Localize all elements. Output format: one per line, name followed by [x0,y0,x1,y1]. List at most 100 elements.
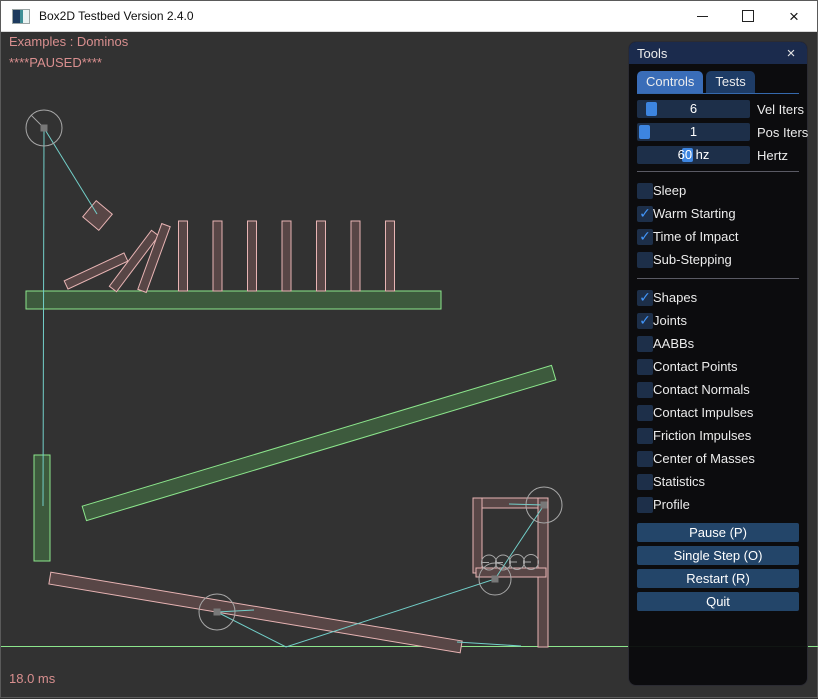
checkbox-contact-points[interactable]: Contact Points [637,355,799,378]
check-icon: ✓ [639,230,651,244]
window-title: Box2D Testbed Version 2.4.0 [39,9,194,23]
joint-anchor [41,125,48,132]
joint-anchor [492,576,499,583]
close-button[interactable]: × [771,1,817,31]
checkbox-box[interactable] [637,183,653,199]
checkbox-box[interactable]: ✓ [637,229,653,245]
checkbox-label: Warm Starting [653,206,736,221]
checkbox-box[interactable] [637,474,653,490]
checkbox-label: Profile [653,497,690,512]
checkbox-box[interactable]: ✓ [637,206,653,222]
seesaw-plank [49,572,462,653]
minimize-button[interactable] [679,1,725,31]
slider-label: Pos Iters [757,125,808,140]
checkbox-box[interactable] [637,497,653,513]
domino [317,221,326,291]
checkbox-label: Contact Normals [653,382,750,397]
checkbox-label: Contact Points [653,359,738,374]
checkbox-shapes[interactable]: ✓Shapes [637,286,799,309]
single-step-o-button[interactable]: Single Step (O) [637,546,799,565]
separator [637,278,799,279]
button-section: Pause (P) Single Step (O) Restart (R) Quit [637,523,799,611]
checkbox-box[interactable] [637,336,653,352]
checkbox-box[interactable] [637,405,653,421]
joints [43,128,544,647]
checkbox-friction-impulses[interactable]: Friction Impulses [637,424,799,447]
example-caption: Examples : Dominos [9,34,128,49]
minimize-icon [697,16,708,17]
domino [213,221,222,291]
checkbox-statistics[interactable]: Statistics [637,470,799,493]
checkbox-time-of-impact[interactable]: ✓Time of Impact [637,225,799,248]
slider-value: 60 hz [637,146,750,164]
slider-track-hertz[interactable]: 60 hz [637,146,750,164]
checkbox-section: Sleep✓Warm Starting✓Time of ImpactSub-St… [637,179,799,516]
checkbox-profile[interactable]: Profile [637,493,799,516]
checkbox-contact-normals[interactable]: Contact Normals [637,378,799,401]
checkbox-label: Joints [653,313,687,328]
slider-track-pos-iters[interactable]: 1 [637,123,750,141]
joint-line [44,128,97,214]
tools-panel-body: ControlsTests 6Vel Iters1Pos Iters60 hzH… [629,64,807,685]
slider-pos-iters: 1Pos Iters [637,123,799,141]
joint-anchor [214,609,221,616]
checkbox-label: AABBs [653,336,694,351]
domino-platform [26,291,441,309]
checkbox-box[interactable] [637,451,653,467]
green-ramp [82,365,556,520]
checkbox-label: Center of Masses [653,451,755,466]
slider-label: Hertz [757,148,788,163]
checkbox-label: Sub-Stepping [653,252,732,267]
paused-caption: ****PAUSED**** [9,55,102,70]
checkbox-box[interactable]: ✓ [637,313,653,329]
tab-bar: ControlsTests [637,71,799,94]
domino [386,221,395,291]
pendulum-box [83,201,113,231]
quit-button[interactable]: Quit [637,592,799,611]
separator [637,171,799,172]
checkbox-joints[interactable]: ✓Joints [637,309,799,332]
slider-value: 6 [637,100,750,118]
checkbox-box[interactable] [637,428,653,444]
tools-panel-titlebar[interactable]: Tools × [629,42,807,64]
checkbox-contact-impulses[interactable]: Contact Impulses [637,401,799,424]
tab-tests[interactable]: Tests [706,71,754,93]
green-post [34,455,50,561]
checkbox-label: Contact Impulses [653,405,753,420]
app-icon [12,9,30,24]
domino [282,221,291,291]
tools-panel: Tools × ControlsTests 6Vel Iters1Pos Ite… [628,41,808,686]
checkbox-aabbs[interactable]: AABBs [637,332,799,355]
window-titlebar[interactable]: Box2D Testbed Version 2.4.0 × [1,1,817,32]
checkbox-sleep[interactable]: Sleep [637,179,799,202]
frame-time-label: 18.0 ms [9,671,55,686]
joint-line [43,128,44,506]
slider-rows: 6Vel Iters 1Pos Iters 60 hz Hertz [637,100,799,164]
checkbox-box[interactable]: ✓ [637,290,653,306]
checkbox-warm-starting[interactable]: ✓Warm Starting [637,202,799,225]
slider-vel-iters: 6Vel Iters [637,100,799,118]
cradle-top-bar [473,498,548,508]
tab-controls[interactable]: Controls [637,71,703,93]
tools-panel-title: Tools [637,46,783,61]
checkbox-sub-stepping[interactable]: Sub-Stepping [637,248,799,271]
slider-hertz: 60 hz Hertz [637,146,799,164]
panel-close-button[interactable]: × [783,46,799,61]
dynamic-bodies [49,201,548,653]
restart-r-button[interactable]: Restart (R) [637,569,799,588]
checkbox-label: Statistics [653,474,705,489]
checkbox-label: Sleep [653,183,686,198]
slider-track-vel-iters[interactable]: 6 [637,100,750,118]
checkbox-box[interactable] [637,382,653,398]
close-icon: × [789,8,799,25]
checkbox-center-of-masses[interactable]: Center of Masses [637,447,799,470]
maximize-button[interactable] [725,1,771,31]
check-icon: ✓ [639,291,651,305]
checkbox-box[interactable] [637,252,653,268]
joint-anchor [541,502,548,509]
window-controls: × [679,1,817,31]
pause-p-button[interactable]: Pause (P) [637,523,799,542]
check-icon: ✓ [639,314,651,328]
joint-line [457,642,521,646]
checkbox-box[interactable] [637,359,653,375]
